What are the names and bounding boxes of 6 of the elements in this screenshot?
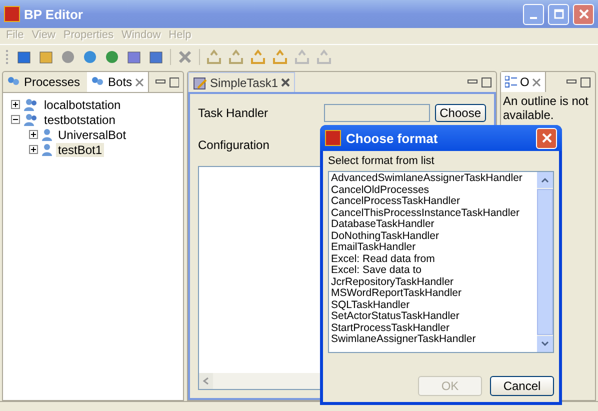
prompt-label: Select format from list (328, 155, 436, 167)
field-label: Task Handler (198, 106, 268, 120)
dialog-title: Choose format (346, 130, 438, 146)
field-label: Configuration (198, 138, 270, 152)
outline-message: An outline is not available. (503, 94, 588, 122)
window-title: BP Editor (24, 6, 83, 22)
